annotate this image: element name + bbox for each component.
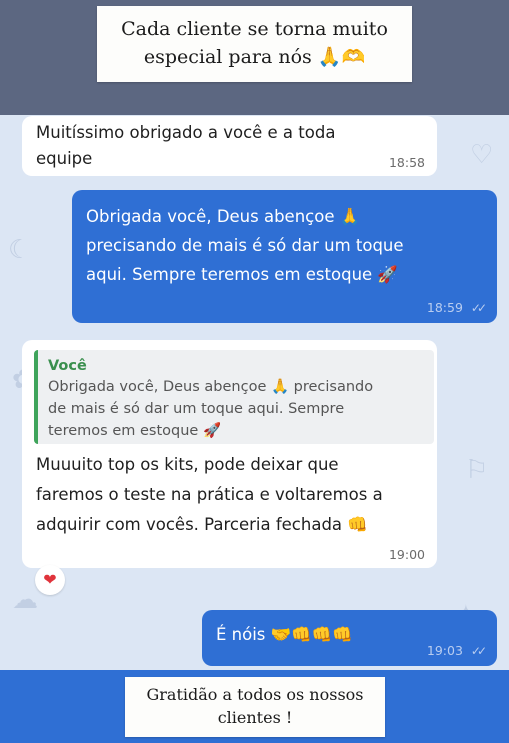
quote-text: Obrigada você, Deus abençoe 🙏 precisando… <box>48 379 374 439</box>
message-time: 18:59 <box>426 300 463 315</box>
outgoing-message[interactable]: É nóis 🤝👊👊👊 19:03 ✓✓ <box>202 610 497 666</box>
message-text: Muuuito top os kits, pode deixar que far… <box>36 455 383 534</box>
read-ticks-icon: ✓✓ <box>470 644 487 658</box>
message-text: Obrigada você, Deus abençoe 🙏 precisando… <box>86 207 404 284</box>
doodle-icon: ⚐ <box>465 455 489 485</box>
doodle-icon: ☾ <box>8 235 32 265</box>
message-time: 19:03 <box>426 643 463 658</box>
incoming-message[interactable]: Você Obrigada você, Deus abençoe 🙏 preci… <box>22 340 437 568</box>
doodle-icon: ☁ <box>12 585 38 615</box>
doodle-icon: ♡ <box>470 140 494 170</box>
quoted-message[interactable]: Você Obrigada você, Deus abençoe 🙏 preci… <box>34 350 434 444</box>
top-caption: Cada cliente se torna muito especial par… <box>97 6 412 82</box>
bottom-caption-text: Gratidão a todos os nossos clientes ! <box>146 685 364 727</box>
top-caption-text: Cada cliente se torna muito especial par… <box>121 18 388 68</box>
quote-author: Você <box>48 358 87 374</box>
heart-reaction-icon[interactable]: ❤ <box>35 565 65 595</box>
message-time: 18:58 <box>388 155 425 170</box>
outgoing-message[interactable]: Obrigada você, Deus abençoe 🙏 precisando… <box>72 190 497 323</box>
read-ticks-icon: ✓✓ <box>470 301 487 315</box>
message-text: Muitíssimo obrigado a você e a toda equi… <box>36 123 336 168</box>
message-time: 19:00 <box>388 547 425 562</box>
incoming-message[interactable]: Muitíssimo obrigado a você e a toda equi… <box>22 116 437 176</box>
bottom-caption: Gratidão a todos os nossos clientes ! <box>125 677 385 737</box>
